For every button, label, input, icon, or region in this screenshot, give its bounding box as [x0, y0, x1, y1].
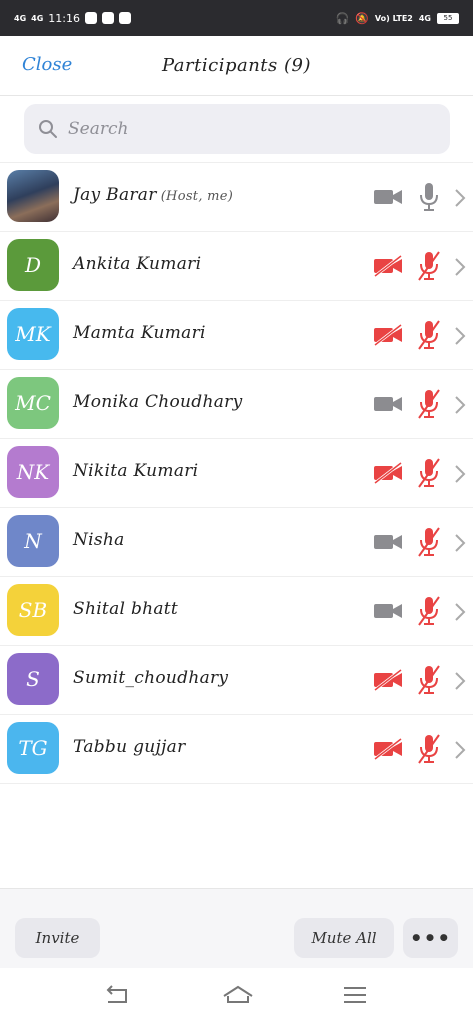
participant-row[interactable]: Jay Barar (Host, me) [0, 162, 473, 231]
home-icon[interactable] [222, 984, 254, 1006]
participant-name-text: Monika Choudhary [73, 392, 243, 412]
mic-off-icon[interactable] [418, 665, 440, 695]
participant-name: Monika Choudhary [73, 392, 243, 412]
participant-name-text: Tabbu gujjar [73, 737, 186, 757]
top-bar: Close Participants (9) [0, 36, 473, 96]
mic-off-icon[interactable] [418, 320, 440, 350]
participant-name: Ankita Kumari [73, 254, 201, 274]
battery-icon: 55 [437, 12, 459, 24]
participant-name: Nisha [73, 530, 125, 550]
participant-name-text: Ankita Kumari [73, 254, 202, 274]
participant-row[interactable]: TG Tabbu gujjar [0, 714, 473, 783]
avatar [7, 170, 59, 222]
mic-off-icon[interactable] [418, 596, 440, 626]
close-button[interactable]: Close [22, 54, 72, 75]
avatar: TG [7, 722, 59, 774]
back-icon[interactable] [104, 984, 130, 1006]
chevron-right-icon[interactable] [454, 326, 466, 346]
participant-name: Shital bhatt [73, 599, 178, 619]
page-title: Participants (9) [161, 55, 311, 76]
bottom-action-bar: Invite Mute All ••• [0, 888, 473, 968]
chevron-right-icon[interactable] [454, 188, 466, 208]
participant-name: Tabbu gujjar [73, 737, 186, 757]
participant-name-text: Nikita Kumari [73, 461, 199, 481]
participant-name-text: Nisha [73, 530, 125, 550]
participant-row[interactable]: MK Mamta Kumari [0, 300, 473, 369]
more-options-button[interactable]: ••• [403, 918, 458, 958]
mute-all-button[interactable]: Mute All [294, 918, 394, 958]
participant-role: (Host, me) [160, 189, 234, 204]
video-icon[interactable] [373, 186, 403, 208]
list-divider [0, 783, 473, 784]
search-input[interactable] [68, 119, 408, 139]
participant-name-text: Sumit_choudhary [73, 668, 229, 688]
video-off-icon[interactable] [373, 669, 403, 691]
menu-icon[interactable] [342, 984, 368, 1006]
participant-name: Nikita Kumari [73, 461, 198, 481]
system-nav-bar [0, 968, 473, 1024]
participant-row[interactable]: MC Monika Choudhary [0, 369, 473, 438]
lte-label: Vo) LTE2 [374, 13, 413, 23]
participant-name: Mamta Kumari [73, 323, 206, 343]
participant-list: Jay Barar (Host, me) D Ankita Kumari MK Mamta… [0, 162, 473, 784]
avatar: N [7, 515, 59, 567]
chevron-right-icon[interactable] [454, 464, 466, 484]
search-icon [39, 120, 57, 138]
participant-row[interactable]: N Nisha [0, 507, 473, 576]
mute-bell-icon: 🔕 [355, 11, 369, 25]
mic-off-icon[interactable] [418, 389, 440, 419]
avatar: MK [7, 308, 59, 360]
telegram-icon [84, 12, 97, 24]
avatar: NK [7, 446, 59, 498]
mic-off-icon[interactable] [418, 251, 440, 281]
mic-off-icon[interactable] [418, 734, 440, 764]
participant-row[interactable]: D Ankita Kumari [0, 231, 473, 300]
mic-off-icon[interactable] [418, 527, 440, 557]
video-off-icon[interactable] [373, 738, 403, 760]
video-icon[interactable] [373, 600, 403, 622]
participant-row[interactable]: NK Nikita Kumari [0, 438, 473, 507]
participant-name-text: Shital bhatt [73, 599, 179, 619]
signal-2-icon: 4G [31, 13, 44, 23]
chevron-right-icon[interactable] [454, 740, 466, 760]
mic-off-icon[interactable] [418, 458, 440, 488]
avatar: SB [7, 584, 59, 636]
participant-name-text: Jay Barar [73, 185, 157, 205]
participant-name: Sumit_choudhary [73, 668, 228, 688]
headphones-icon: 🎧 [335, 11, 350, 25]
video-off-icon[interactable] [373, 324, 403, 346]
chevron-right-icon[interactable] [454, 533, 466, 553]
signal-1-icon: 4G [14, 13, 27, 23]
invite-button[interactable]: Invite [15, 918, 100, 958]
avatar: S [7, 653, 59, 705]
chevron-right-icon[interactable] [454, 257, 466, 277]
participant-name-text: Mamta Kumari [73, 323, 206, 343]
mic-icon[interactable] [418, 182, 440, 212]
search-bar[interactable] [24, 104, 450, 154]
video-off-icon[interactable] [373, 462, 403, 484]
status-bar: 4G 4G 11:16 🎧 🔕 Vo) LTE2 4G 55 [0, 0, 473, 36]
chevron-right-icon[interactable] [454, 395, 466, 415]
avatar: MC [7, 377, 59, 429]
participant-row[interactable]: S Sumit_choudhary [0, 645, 473, 714]
youtube-icon [118, 12, 131, 24]
net-speed: 4G [418, 13, 431, 23]
chevron-right-icon[interactable] [454, 671, 466, 691]
jio-icon [101, 12, 114, 24]
chevron-right-icon[interactable] [454, 602, 466, 622]
video-icon[interactable] [373, 531, 403, 553]
participant-name: Jay Barar (Host, me) [73, 185, 233, 205]
video-icon[interactable] [373, 393, 403, 415]
video-off-icon[interactable] [373, 255, 403, 277]
participant-row[interactable]: SB Shital bhatt [0, 576, 473, 645]
avatar: D [7, 239, 59, 291]
clock: 11:16 [48, 11, 80, 25]
